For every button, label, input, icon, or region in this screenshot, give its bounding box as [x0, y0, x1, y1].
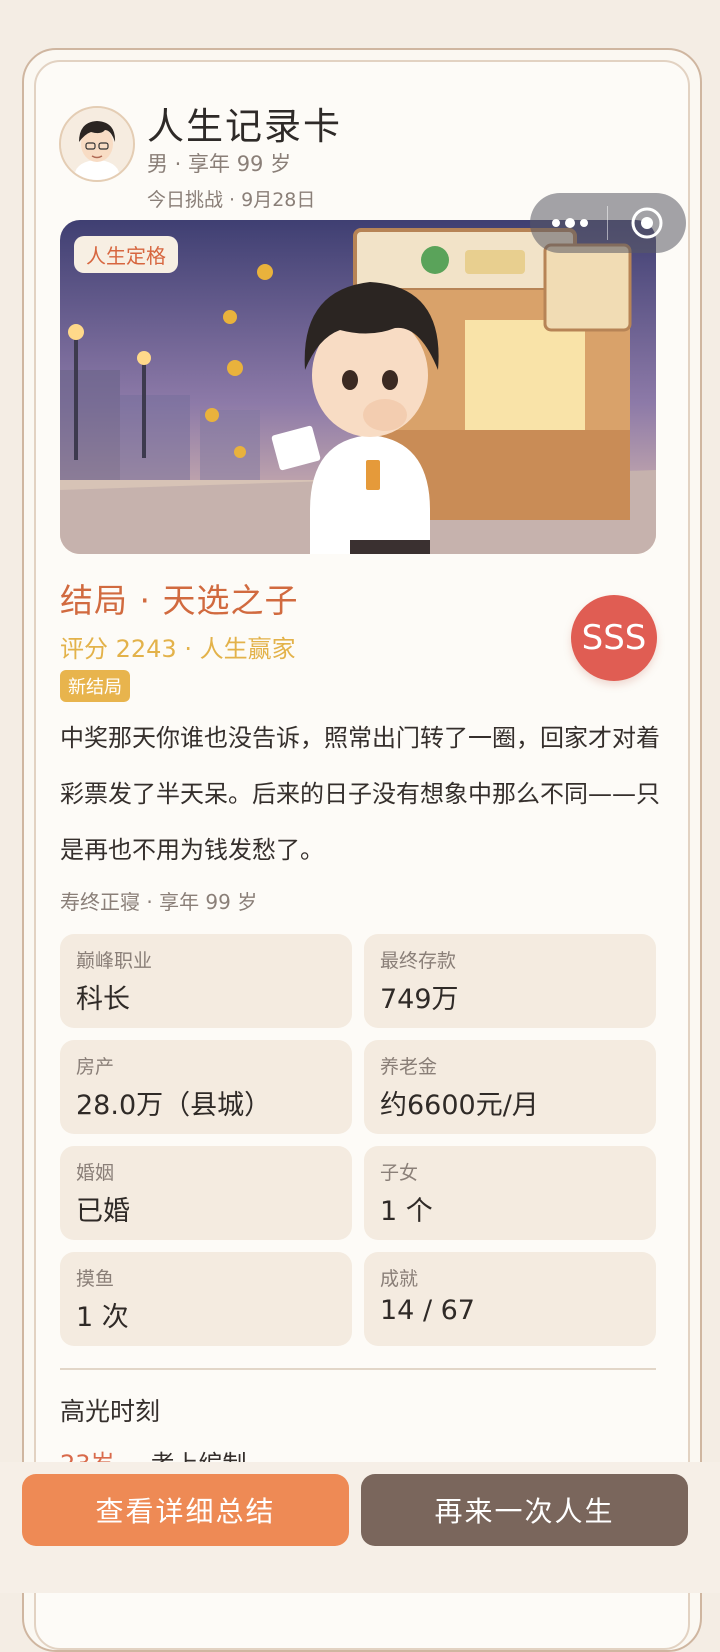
stat-property: 房产 28.0万（县城）	[60, 1040, 352, 1134]
grade-badge: SSS	[571, 595, 657, 681]
stat-value: 749万	[380, 984, 459, 1015]
more-dots-icon[interactable]	[548, 203, 592, 243]
stat-final-savings: 最终存款 749万	[364, 934, 656, 1028]
stat-label: 房产	[76, 1056, 115, 1078]
record-card-outer: 人生记录卡 男 · 享年 99 岁 今日挑战 · 9月28日 人生定格 结局 ·…	[22, 48, 702, 1652]
stat-label: 婚姻	[76, 1162, 115, 1184]
death-info: 寿终正寝 · 享年 99 岁	[60, 890, 258, 914]
stat-value: 已婚	[76, 1196, 130, 1227]
stats-grid: 巅峰职业 科长 最终存款 749万 房产 28.0万（县城） 养老金 约6600…	[60, 934, 656, 1346]
page-title: 人生记录卡	[147, 105, 342, 148]
stat-marriage: 婚姻 已婚	[60, 1146, 352, 1240]
record-card: 人生记录卡 男 · 享年 99 岁 今日挑战 · 9月28日 人生定格 结局 ·…	[34, 60, 690, 1650]
stat-value: 1 次	[76, 1302, 129, 1333]
stat-value: 1 个	[380, 1196, 433, 1227]
ending-title: 结局 · 天选之子	[60, 581, 299, 620]
stat-children: 子女 1 个	[364, 1146, 656, 1240]
hero-badge: 人生定格	[74, 236, 178, 273]
stat-label: 摸鱼	[76, 1268, 115, 1290]
ending-story: 中奖那天你谁也没告诉，照常出门转了一圈，回家才对着彩票发了半天呆。后来的日子没有…	[60, 724, 660, 864]
capsule-separator	[607, 206, 608, 240]
stat-value: 科长	[76, 984, 130, 1015]
restart-life-button[interactable]: 再来一次人生	[361, 1474, 688, 1546]
highlights-title: 高光时刻	[60, 1397, 161, 1426]
stat-value: 28.0万（县城）	[76, 1090, 272, 1121]
stat-label: 子女	[380, 1162, 419, 1184]
stat-label: 养老金	[380, 1056, 438, 1078]
stat-value: 14 / 67	[380, 1295, 475, 1326]
stat-value: 约6600元/月	[380, 1090, 539, 1121]
stat-peak-career: 巅峰职业 科长	[60, 934, 352, 1028]
hero-illustration: 人生定格	[60, 220, 656, 554]
stat-label: 最终存款	[380, 950, 457, 972]
section-divider	[60, 1368, 656, 1370]
stat-label: 成就	[380, 1268, 419, 1290]
stat-achievements: 成就 14 / 67	[364, 1252, 656, 1346]
target-close-icon[interactable]	[630, 206, 664, 240]
miniprogram-capsule	[530, 193, 686, 253]
stat-slacking: 摸鱼 1 次	[60, 1252, 352, 1346]
stat-pension: 养老金 约6600元/月	[364, 1040, 656, 1134]
stat-label: 巅峰职业	[76, 950, 153, 972]
profile-subtitle: 男 · 享年 99 岁	[147, 152, 292, 176]
challenge-date: 今日挑战 · 9月28日	[147, 189, 316, 211]
avatar	[59, 106, 135, 182]
view-summary-button[interactable]: 查看详细总结	[22, 1474, 349, 1546]
new-ending-badge: 新结局	[60, 670, 130, 702]
score-text: 评分 2243 · 人生赢家	[60, 635, 296, 663]
